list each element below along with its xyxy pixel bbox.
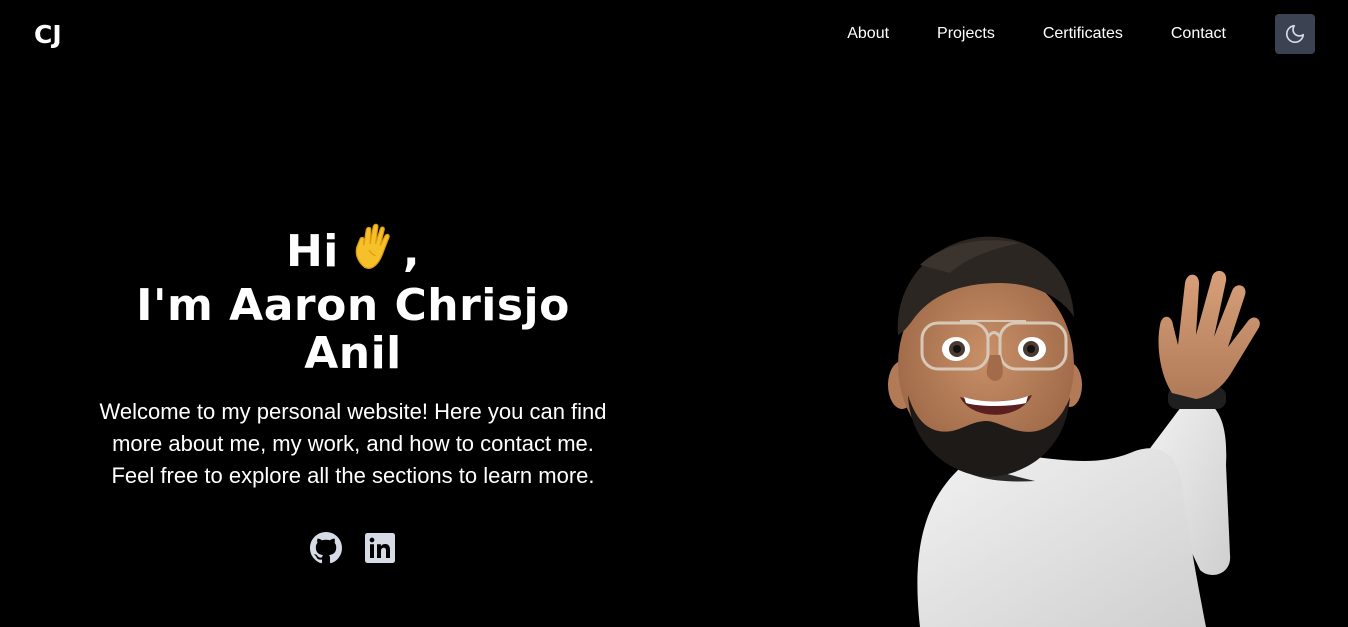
greeting-line: Hi , bbox=[80, 222, 626, 282]
page: CJ About Projects Certificates Contact H… bbox=[0, 0, 1348, 627]
nav-link-contact[interactable]: Contact bbox=[1171, 24, 1226, 44]
memoji-avatar bbox=[888, 236, 1260, 627]
hero-heading: Hi , I'm Aaron Chrisjo Anil bbox=[80, 222, 626, 378]
main-nav: About Projects Certificates Contact bbox=[799, 24, 1226, 44]
greeting-text: Hi bbox=[285, 226, 339, 277]
waving-hand-icon bbox=[349, 222, 399, 282]
greeting-suffix: , bbox=[402, 226, 421, 277]
name-line: I'm Aaron Chrisjo Anil bbox=[136, 280, 570, 379]
hero-description: Welcome to my personal website! Here you… bbox=[99, 399, 607, 488]
nav-link-certificates[interactable]: Certificates bbox=[1043, 24, 1123, 44]
moon-icon bbox=[1285, 24, 1305, 44]
avatar-illustration bbox=[860, 225, 1280, 627]
hero-section: Hi , I'm Aaron Chrisjo Anil Welcome to m… bbox=[80, 222, 626, 564]
nav-link-projects[interactable]: Projects bbox=[937, 24, 995, 44]
site-logo[interactable]: CJ bbox=[34, 20, 62, 50]
linkedin-link[interactable] bbox=[364, 532, 396, 564]
theme-toggle-button[interactable] bbox=[1275, 14, 1315, 54]
nav-link-about[interactable]: About bbox=[847, 24, 889, 44]
github-icon bbox=[310, 532, 342, 564]
linkedin-icon bbox=[365, 533, 395, 563]
social-links bbox=[80, 532, 626, 564]
github-link[interactable] bbox=[310, 532, 342, 564]
